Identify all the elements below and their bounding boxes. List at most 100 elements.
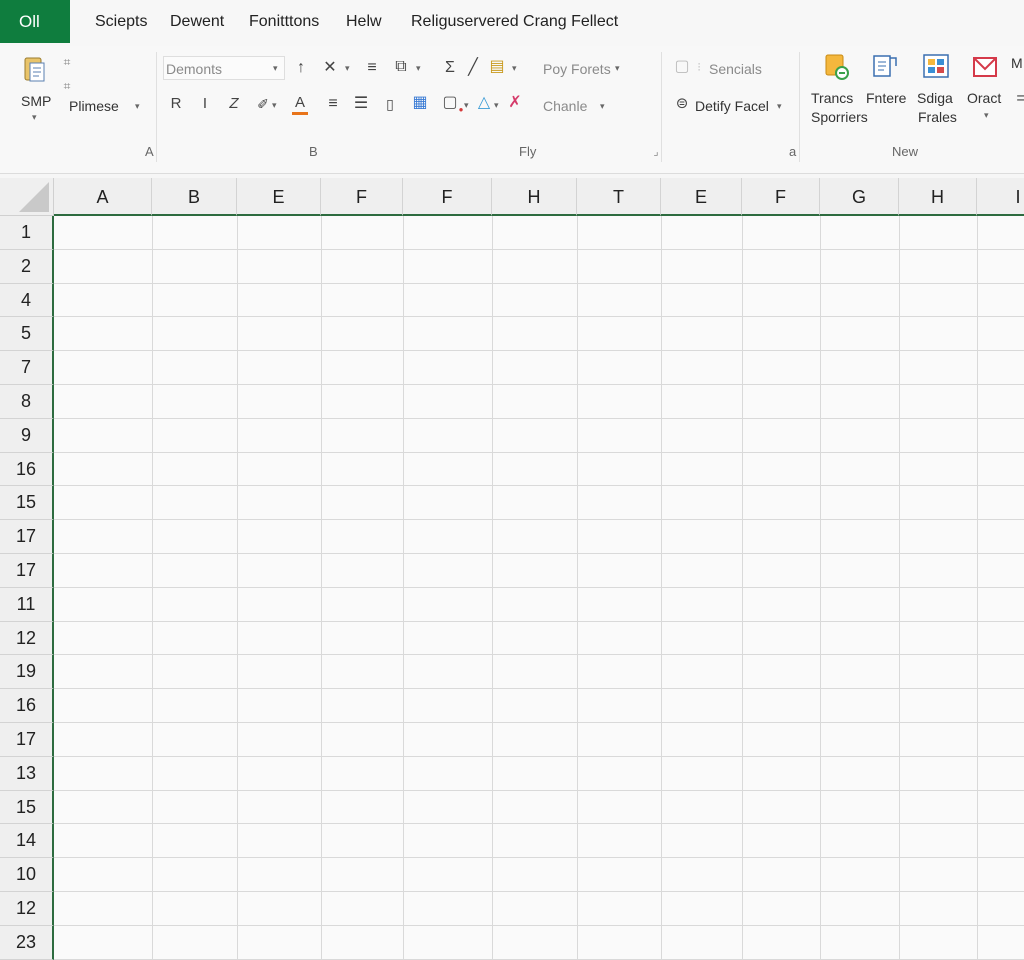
row-header[interactable]: 17 — [0, 520, 54, 554]
row-header[interactable]: 7 — [0, 351, 54, 385]
row-header[interactable]: 1 — [0, 216, 54, 250]
underline-icon[interactable]: Z — [225, 96, 243, 112]
row-header[interactable]: 15 — [0, 790, 54, 825]
row-header[interactable]: 5 — [0, 317, 54, 352]
table-style-icon[interactable]: ▦ — [411, 95, 429, 111]
bold-icon[interactable]: R — [167, 96, 185, 112]
align-left-icon[interactable]: ≡ — [324, 96, 342, 112]
column-header[interactable]: E — [237, 178, 321, 216]
column-header[interactable]: G — [820, 178, 899, 216]
style-combo[interactable]: Poy Forets — [543, 61, 611, 77]
column-header[interactable]: T — [577, 178, 661, 216]
format-cells-icon[interactable]: ⧉ — [392, 59, 410, 75]
row-header[interactable]: 12 — [0, 892, 54, 926]
row-header[interactable]: 16 — [0, 689, 54, 723]
copy-icon[interactable]: ⌗ — [58, 78, 76, 94]
edit-pencil-icon[interactable]: ╱ — [464, 60, 482, 76]
column-header[interactable]: E — [661, 178, 742, 216]
design-label-1[interactable]: Sdiga — [917, 90, 953, 106]
cell-area[interactable] — [54, 216, 1024, 960]
enter-label[interactable]: Fntere — [866, 90, 906, 106]
cells-label-2[interactable]: Detify Facel — [695, 98, 769, 114]
style-combo-2[interactable]: Chanle — [543, 98, 587, 114]
menu-item-dewent[interactable]: Dewent — [170, 13, 224, 31]
column-header[interactable]: I — [977, 178, 1024, 216]
cut-icon[interactable]: ⌗ — [58, 54, 76, 70]
row-header[interactable]: 17 — [0, 723, 54, 757]
menu-item-religuservered[interactable]: Religuservered Crang Fellect — [411, 13, 618, 31]
style-combo-caret-icon[interactable]: ▾ — [615, 63, 620, 74]
row-header[interactable]: 15 — [0, 486, 54, 521]
oract-caret-icon[interactable]: ▾ — [984, 110, 989, 121]
sheet-icon[interactable]: ▢ — [673, 59, 691, 75]
bullets-icon[interactable]: ☰ — [352, 96, 370, 112]
column-header[interactable]: F — [403, 178, 492, 216]
clear-format-caret-icon[interactable]: ▾ — [345, 63, 350, 74]
row-header[interactable]: 19 — [0, 655, 54, 690]
transform-label-2[interactable]: Sporriers — [811, 109, 868, 125]
paste-icon[interactable] — [20, 54, 50, 84]
defy-icon[interactable]: ⊜ — [673, 96, 691, 112]
paragraph-icon[interactable]: ▯ — [381, 96, 399, 112]
row-header[interactable]: 4 — [0, 283, 54, 318]
font-color-icon[interactable]: A — [291, 95, 309, 111]
enter-icon[interactable] — [870, 52, 900, 82]
row-header[interactable]: 9 — [0, 418, 54, 453]
row-header[interactable]: 23 — [0, 925, 54, 960]
transform-label-1[interactable]: Trancs — [811, 90, 853, 106]
menu-item-fonitttons[interactable]: Fonitttons — [249, 13, 319, 31]
select-all-corner[interactable] — [0, 178, 54, 216]
clear-format-icon[interactable]: ✕ — [321, 60, 339, 76]
style-combo-2-caret-icon[interactable]: ▾ — [600, 101, 605, 112]
column-header[interactable]: F — [742, 178, 820, 216]
shape-caret-icon[interactable]: ▾ — [494, 100, 499, 111]
transform-icon[interactable] — [822, 52, 852, 82]
font-name-caret-icon[interactable]: ▾ — [273, 63, 278, 74]
menu-item-helw[interactable]: Helw — [346, 13, 382, 31]
select-all-triangle-icon — [19, 182, 49, 212]
paste-label[interactable]: SMP — [21, 93, 51, 109]
shape-icon[interactable]: △ — [475, 95, 493, 111]
align-center-icon[interactable]: ≡ — [363, 60, 381, 76]
cells-caret-icon[interactable]: ▾ — [777, 101, 782, 112]
row-header[interactable]: 12 — [0, 621, 54, 656]
design-label-2[interactable]: Frales — [918, 109, 957, 125]
clear-icon[interactable]: ✗ — [506, 95, 524, 111]
italic-icon[interactable]: I — [196, 96, 214, 112]
format-cells-caret-icon[interactable]: ▾ — [416, 63, 421, 74]
column-header[interactable]: H — [899, 178, 977, 216]
conditional-caret-icon[interactable]: ▾ — [464, 100, 469, 111]
row-header[interactable]: 13 — [0, 756, 54, 791]
grow-font-icon[interactable]: ↑ — [292, 60, 310, 76]
design-icon[interactable] — [921, 52, 951, 82]
dialog-launcher-icon[interactable]: ⌟ — [647, 144, 665, 160]
file-tab[interactable]: Oll — [0, 0, 70, 43]
column-header[interactable]: A — [54, 178, 152, 216]
gridline-horizontal — [54, 755, 1024, 757]
row-header[interactable]: 10 — [0, 858, 54, 892]
pen-icon[interactable]: ✐ — [254, 96, 272, 112]
format-painter-button[interactable]: Plimese — [69, 98, 119, 114]
row-header[interactable]: 2 — [0, 249, 54, 284]
highlight-icon[interactable]: ▤ — [488, 59, 506, 75]
row-header[interactable]: 17 — [0, 554, 54, 588]
menu-item-sciepts[interactable]: Sciepts — [95, 13, 147, 31]
cells-label-1[interactable]: Sencials — [709, 61, 762, 77]
new-group-extra[interactable]: M — [1011, 55, 1023, 71]
paste-caret-icon[interactable]: ▾ — [32, 112, 37, 123]
mail-icon[interactable] — [970, 52, 1000, 82]
oract-label[interactable]: Oract — [967, 90, 1001, 106]
pen-caret-icon[interactable]: ▾ — [272, 100, 277, 111]
column-header[interactable]: B — [152, 178, 237, 216]
more-icon[interactable]: = — [1012, 91, 1024, 107]
row-header[interactable]: 14 — [0, 824, 54, 859]
column-header[interactable]: F — [321, 178, 403, 216]
format-caret-icon[interactable]: ▾ — [135, 101, 140, 112]
row-header[interactable]: 8 — [0, 385, 54, 419]
row-header[interactable]: 11 — [0, 587, 54, 622]
column-header[interactable]: H — [492, 178, 577, 216]
row-header[interactable]: 16 — [0, 452, 54, 487]
highlight-caret-icon[interactable]: ▾ — [512, 63, 517, 74]
sigma-icon[interactable]: Σ — [441, 60, 459, 76]
ribbon-separator-3 — [799, 52, 800, 162]
